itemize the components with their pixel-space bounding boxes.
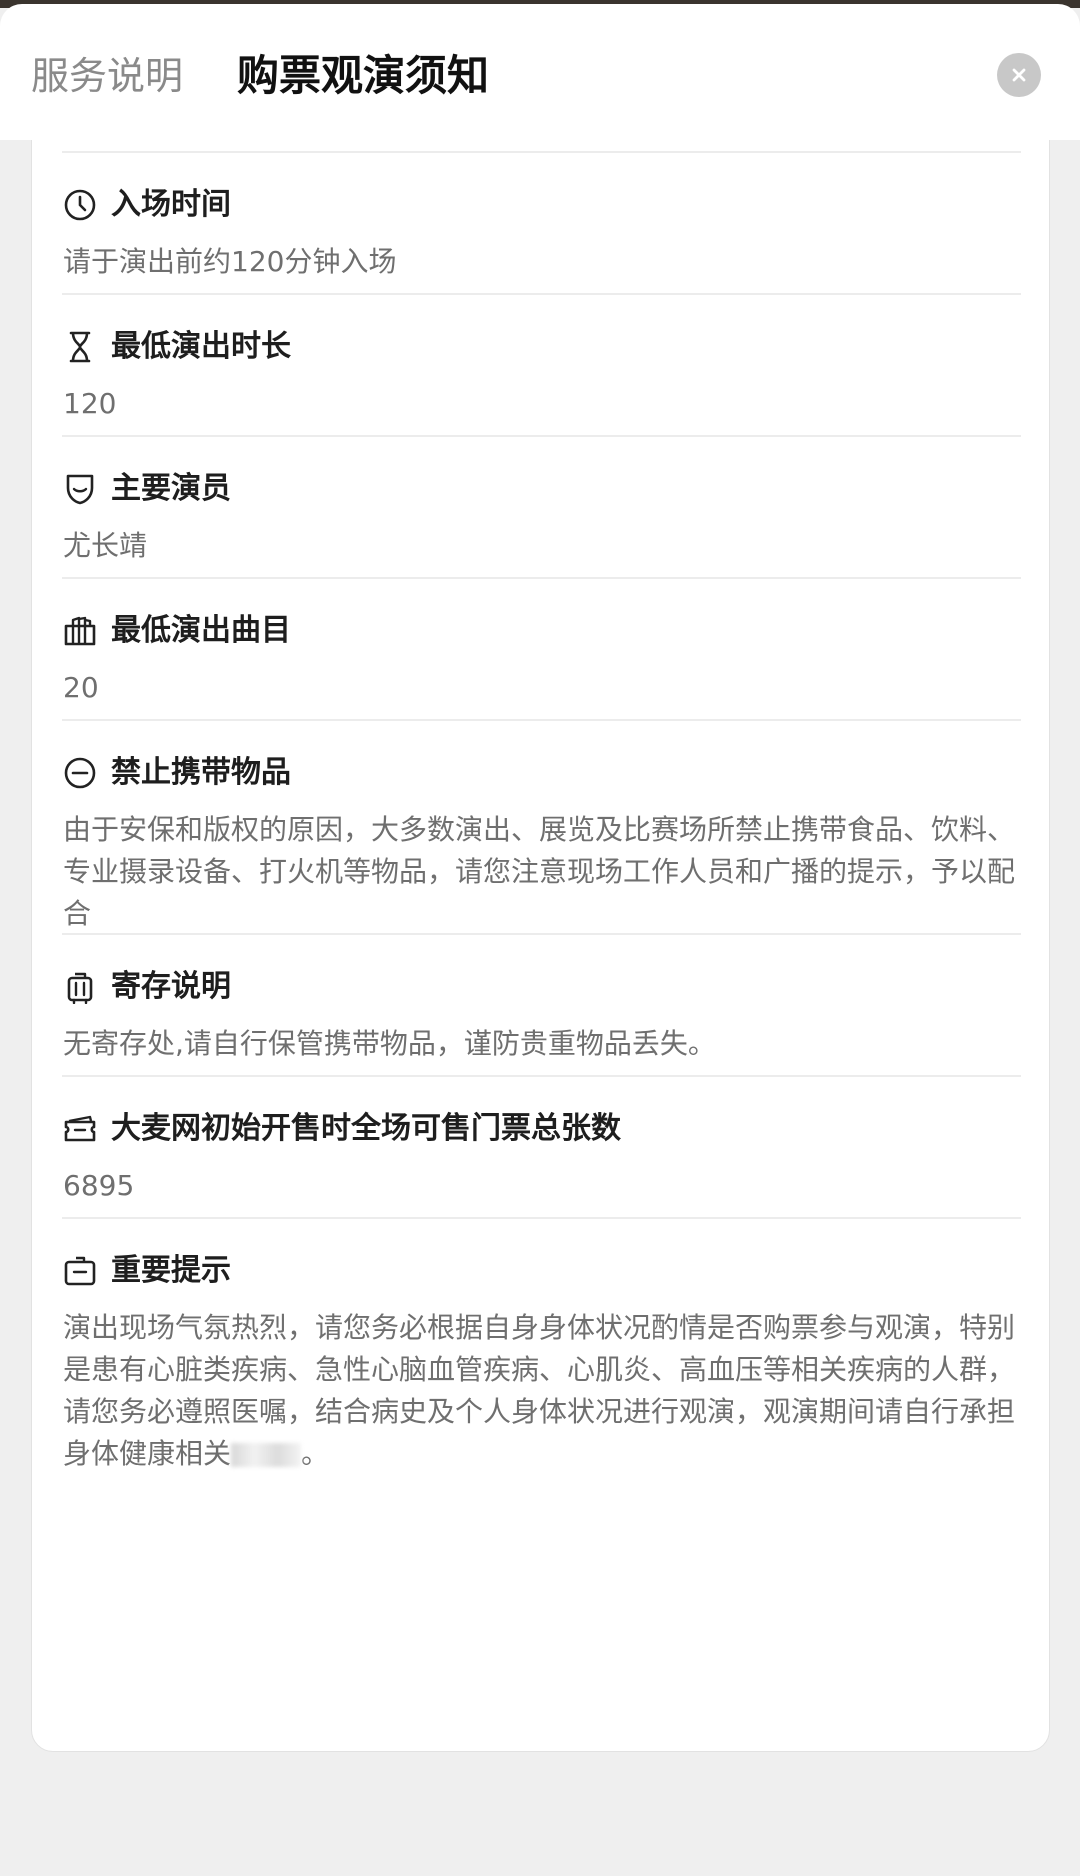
divider bbox=[62, 1075, 1021, 1077]
notice-card[interactable]: … 入场时间 请于演出前约120分钟入场 最低演出时长 120 主要演员 尤长靖… bbox=[31, 60, 1050, 1752]
divider bbox=[62, 719, 1021, 721]
section-important-notice: 重要提示 演出现场气氛热烈，请您务必根据自身身体状况酌情是否购票参与观演，特别是… bbox=[63, 1249, 1022, 1475]
tab-service-info[interactable]: 服务说明 bbox=[31, 50, 183, 102]
section-storage-info: 寄存说明 无寄存处,请自行保管携带物品，谨防贵重物品丢失。 bbox=[63, 965, 1022, 1065]
section-title: 寄存说明 bbox=[111, 969, 231, 1004]
divider bbox=[62, 577, 1021, 579]
section-title: 禁止携带物品 bbox=[111, 755, 291, 790]
section-title: 主要演员 bbox=[111, 471, 231, 506]
page: … 入场时间 请于演出前约120分钟入场 最低演出时长 120 主要演员 尤长靖… bbox=[0, 0, 1080, 1876]
section-body: 演出现场气氛热烈，请您务必根据自身身体状况酌情是否购票参与观演，特别是患有心脏类… bbox=[63, 1307, 1025, 1475]
prohibited-icon bbox=[64, 757, 96, 789]
section-body: 无寄存处,请自行保管携带物品，谨防贵重物品丢失。 bbox=[63, 1027, 716, 1060]
section-title: 入场时间 bbox=[111, 187, 231, 222]
close-icon bbox=[1012, 68, 1026, 82]
section-body-text: 演出现场气氛热烈，请您务必根据自身身体状况酌情是否购票参与观演，特别是患有心脏类… bbox=[63, 1311, 1016, 1470]
close-button[interactable] bbox=[997, 53, 1041, 97]
hourglass-icon bbox=[69, 331, 91, 363]
divider bbox=[62, 151, 1021, 153]
section-body: 由于安保和版权的原因，大多数演出、展览及比赛场所禁止携带食品、饮料、专业摄录设备… bbox=[63, 813, 1016, 930]
section-prohibited-items: 禁止携带物品 由于安保和版权的原因，大多数演出、展览及比赛场所禁止携带食品、饮料… bbox=[63, 751, 1022, 935]
section-entry-time: 入场时间 请于演出前约120分钟入场 bbox=[63, 183, 1022, 283]
section-title: 最低演出时长 bbox=[111, 329, 291, 364]
divider bbox=[62, 293, 1021, 295]
divider bbox=[62, 1217, 1021, 1219]
notice-icon bbox=[64, 1256, 96, 1286]
clock-icon bbox=[64, 189, 96, 221]
section-title: 大麦网初始开售时全场可售门票总张数 bbox=[111, 1111, 621, 1146]
sheet-header: 服务说明 购票观演须知 bbox=[0, 4, 1080, 140]
section-body: 请于演出前约120分钟入场 bbox=[63, 245, 397, 278]
tab-ticket-notice[interactable]: 购票观演须知 bbox=[237, 50, 489, 102]
songlist-icon bbox=[64, 616, 96, 646]
section-min-songs: 最低演出曲目 20 bbox=[63, 609, 1022, 709]
section-body: 20 bbox=[63, 671, 99, 704]
shield-icon bbox=[66, 474, 94, 505]
section-title: 重要提示 bbox=[111, 1253, 231, 1288]
redacted-blur bbox=[231, 1443, 302, 1467]
divider bbox=[62, 933, 1021, 935]
section-total-tickets: 大麦网初始开售时全场可售门票总张数 6895 bbox=[63, 1107, 1022, 1207]
section-title: 最低演出曲目 bbox=[111, 613, 291, 648]
luggage-icon bbox=[67, 972, 93, 1004]
section-body: 尤长靖 bbox=[63, 529, 148, 562]
section-min-duration: 最低演出时长 120 bbox=[63, 325, 1022, 425]
section-body: 120 bbox=[63, 387, 117, 420]
section-body: 6895 bbox=[63, 1169, 135, 1202]
section-main-performer: 主要演员 尤长靖 bbox=[63, 467, 1022, 567]
section-body-tail: 。 bbox=[301, 1437, 330, 1470]
divider bbox=[62, 435, 1021, 437]
ticket-icon bbox=[64, 1115, 96, 1142]
